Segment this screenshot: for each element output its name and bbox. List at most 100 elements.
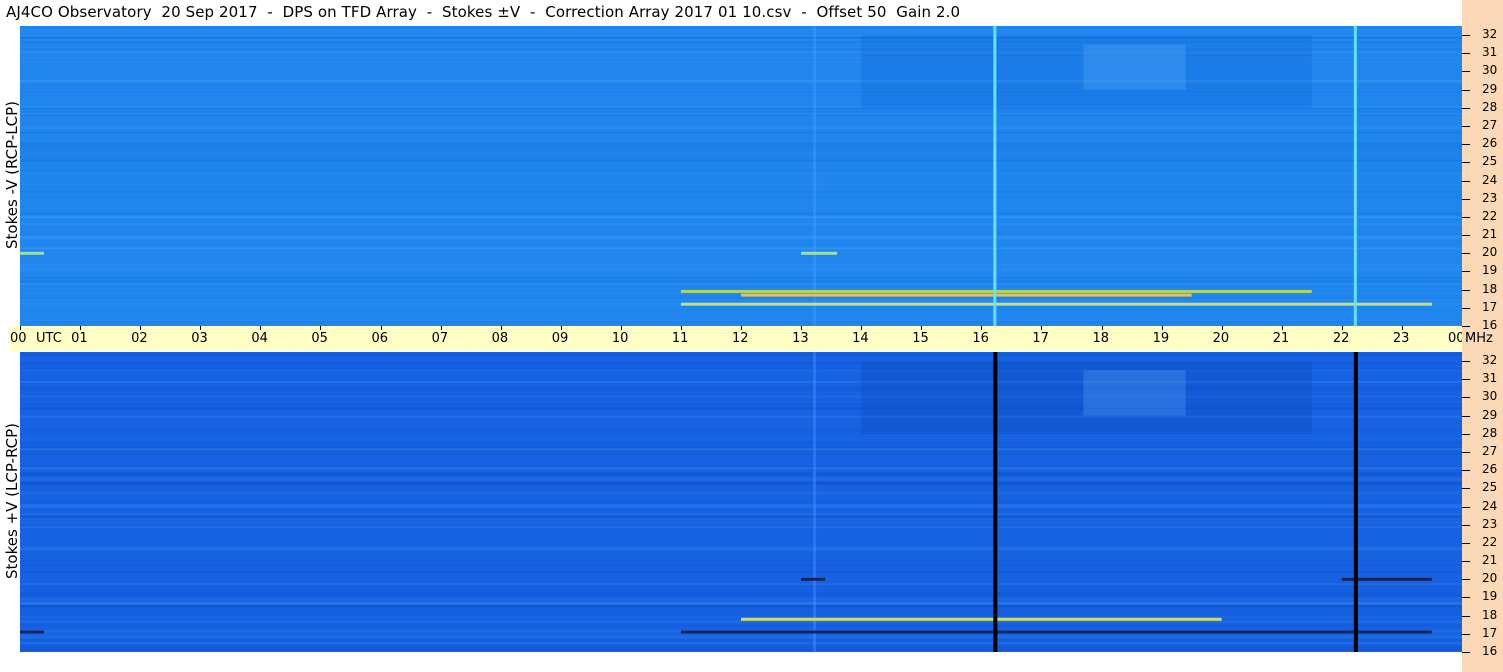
spectrogram-texture-streak xyxy=(20,446,1462,449)
emission-band xyxy=(801,251,838,255)
frequency-tick-label: 18 xyxy=(1482,281,1498,296)
interference-line xyxy=(813,26,817,326)
frequency-tick-label: 19 xyxy=(1482,263,1498,278)
frequency-tick-label: 28 xyxy=(1482,425,1498,440)
time-tick-mark xyxy=(680,326,682,330)
time-tick-label: 23 xyxy=(1392,331,1410,346)
frequency-tick-mark xyxy=(1462,326,1470,327)
frequency-tick-mark xyxy=(1462,433,1470,435)
time-tick-label: 18 xyxy=(1092,331,1110,346)
spectrogram-texture-streak xyxy=(20,125,1462,129)
frequency-tick-mark xyxy=(1462,633,1470,635)
frequency-tick-mark xyxy=(1462,652,1470,653)
utc-unit-label: UTC xyxy=(36,331,62,346)
stokes-plus-v-spectrogram xyxy=(20,352,1462,652)
spectrogram-texture-streak xyxy=(20,173,1462,175)
spectrogram-texture-streak xyxy=(20,201,1462,204)
stokes-minus-v-plot xyxy=(20,26,1462,326)
time-tick-label: 11 xyxy=(671,331,689,346)
frequency-tick-mark xyxy=(1462,597,1470,599)
frequency-tick-label: 20 xyxy=(1482,245,1498,260)
spectrogram-texture-streak xyxy=(20,29,1462,31)
frequency-tick-label: 23 xyxy=(1482,516,1498,531)
spectrogram-texture-streak xyxy=(20,614,1462,617)
spectrogram-texture-streak xyxy=(20,609,1462,612)
frequency-tick-mark xyxy=(1462,361,1470,363)
spectrogram-texture-streak xyxy=(20,594,1462,597)
spectrogram-texture-streak xyxy=(20,149,1462,152)
time-tick-mark xyxy=(1281,326,1283,330)
frequency-tick-mark xyxy=(1462,107,1470,109)
frequency-tick-mark xyxy=(1462,307,1470,309)
utc-time-axis: 00 01 02 03 04 05 06 07 08 09 10 11 12 13 14 15 16 17 18 19… xyxy=(10,326,1465,352)
frequency-tick-mark xyxy=(1462,126,1470,127)
frequency-tick-mark xyxy=(1462,379,1470,381)
frequency-tick-mark xyxy=(1462,542,1470,544)
frequency-tick-label: 19 xyxy=(1482,589,1498,604)
frequency-tick-mark xyxy=(1462,35,1470,37)
frequency-tick-label: 25 xyxy=(1482,154,1498,169)
frequency-tick-mark xyxy=(1462,397,1470,399)
time-tick-label: 19 xyxy=(1152,331,1170,346)
time-tick-mark xyxy=(200,326,202,330)
time-tick-mark xyxy=(320,326,322,330)
spectrogram-texture-streak xyxy=(20,281,1462,283)
frequency-tick-mark xyxy=(1462,198,1470,200)
spectrogram-texture-streak xyxy=(20,505,1462,509)
spectrogram-texture-streak xyxy=(20,477,1462,481)
frequency-tick-label: 16 xyxy=(1482,318,1498,332)
time-tick-label: 08 xyxy=(491,331,509,346)
frequency-tick-label: 16 xyxy=(1482,644,1498,658)
spectrogram-texture-streak xyxy=(20,297,1462,300)
time-tick-mark xyxy=(620,326,622,330)
activity-region xyxy=(1083,370,1186,416)
spectrogram-texture-streak xyxy=(20,353,1462,356)
frequency-tick-mark xyxy=(1462,235,1470,237)
time-tick-label: 16 xyxy=(972,331,989,346)
spectrogram-texture-streak xyxy=(20,195,1462,198)
spectrogram-texture-streak xyxy=(20,248,1462,250)
emission-band xyxy=(680,302,1432,306)
spectrogram-texture-streak xyxy=(20,521,1462,524)
time-tick-mark xyxy=(500,326,502,330)
time-tick-mark xyxy=(1341,326,1343,330)
spectrogram-texture-streak xyxy=(20,169,1462,172)
spectrogram-texture-streak xyxy=(20,601,1462,604)
time-tick-mark xyxy=(80,326,82,330)
frequency-tick-mark xyxy=(1462,180,1470,182)
time-tick-mark xyxy=(981,326,983,330)
emission-band xyxy=(680,630,1432,634)
spectrogram-texture-streak xyxy=(20,503,1462,505)
time-tick-label: 00 xyxy=(10,331,27,346)
spectrogram-texture-streak xyxy=(20,356,1462,359)
frequency-tick-label: 29 xyxy=(1482,407,1498,422)
time-tick-label: 15 xyxy=(912,331,929,346)
frequency-tick-mark xyxy=(1462,561,1470,563)
spectrogram-texture-streak xyxy=(20,437,1462,439)
time-tick-label: 13 xyxy=(792,331,809,346)
time-tick-label: 22 xyxy=(1332,331,1350,346)
time-tick-mark xyxy=(801,326,803,330)
time-tick-mark xyxy=(1041,326,1043,330)
spectrogram-texture-streak xyxy=(20,451,1462,455)
spectrogram-texture-streak xyxy=(20,146,1462,148)
spectrogram-texture-streak xyxy=(20,212,1462,214)
interference-line xyxy=(813,352,817,652)
spectrogram-texture-streak xyxy=(20,570,1462,573)
spectrogram-texture-streak xyxy=(20,605,1462,608)
y-axis-label-bottom: Stokes +V (LCP-RCP) xyxy=(3,423,21,579)
spectrogram-texture-streak xyxy=(20,546,1462,548)
time-tick-label: 12 xyxy=(732,331,749,346)
time-tick-mark xyxy=(1161,326,1163,330)
frequency-tick-mark xyxy=(1462,415,1470,417)
frequency-tick-label: 28 xyxy=(1482,99,1498,114)
spectrogram-texture-streak xyxy=(20,592,1462,595)
frequency-unit-label: MHz xyxy=(1465,331,1493,346)
time-tick-mark xyxy=(260,326,262,330)
frequency-tick-label: 18 xyxy=(1482,607,1498,622)
vertical-marker-line xyxy=(993,26,997,326)
spectrogram-texture-streak xyxy=(20,514,1462,516)
emission-band xyxy=(20,251,45,255)
frequency-tick-mark xyxy=(1462,615,1470,617)
time-tick-label: 09 xyxy=(551,331,569,346)
